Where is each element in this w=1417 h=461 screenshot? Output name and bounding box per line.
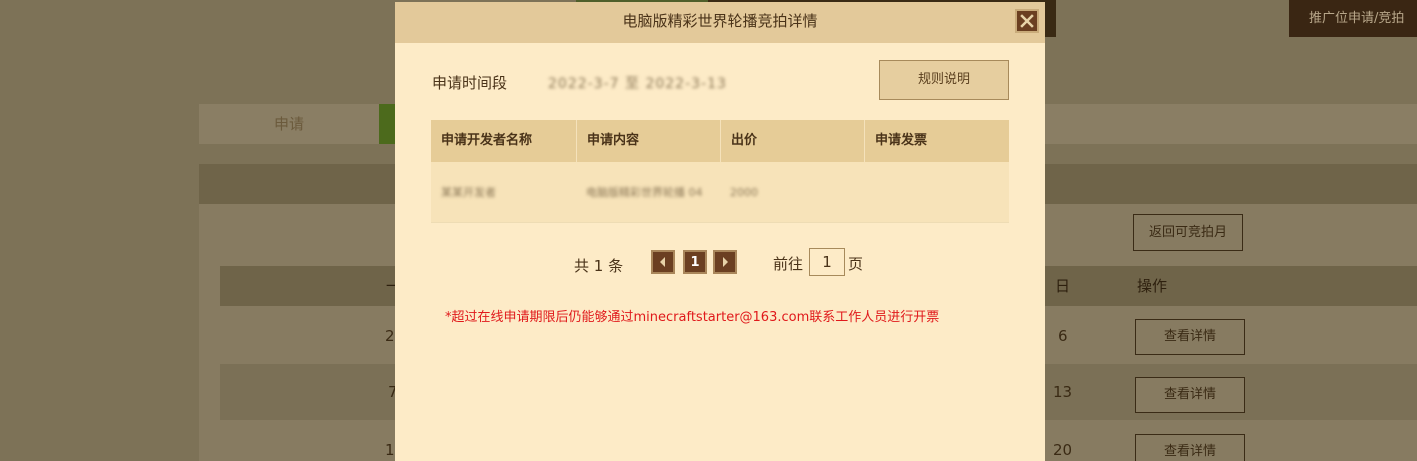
view-details-button[interactable]: 查看详情 [1135,377,1245,413]
view-details-button[interactable]: 查看详情 [1135,319,1245,355]
cell-developer-name: 某某开发者 [441,186,496,199]
close-button[interactable] [1015,9,1039,33]
goto-suffix: 页 [848,255,864,273]
close-icon [1020,14,1034,28]
table-row: 某某开发者 电脑版精彩世界轮播 04 2000 [431,162,1009,223]
cell-invoice[interactable] [864,162,1009,223]
th-invoice: 申请发票 [864,120,1009,162]
caret-right-icon [723,257,728,267]
goto-label: 前往 [773,255,804,273]
tab-apply[interactable]: 申请 [199,104,379,144]
view-details-button[interactable]: 查看详情 [1135,434,1245,461]
return-button[interactable]: 返回可竞拍月 [1133,214,1243,251]
bg-th-day: 日 [1055,277,1071,295]
bg-cell-day: 20 [1053,441,1073,459]
bg-th-action: 操作 [1137,277,1168,295]
pager-total: 共 1 条 [574,257,624,275]
table-header: 申请开发者名称 申请内容 出价 申请发票 [431,120,1009,162]
period-value: 2022-3-7 至 2022-3-13 [548,76,727,92]
next-page-button[interactable] [713,250,737,274]
rules-button[interactable]: 规则说明 [879,60,1009,100]
application-table: 申请开发者名称 申请内容 出价 申请发票 某某开发者 电脑版精彩世界轮播 04 … [431,120,1009,223]
th-price: 出价 [720,120,864,162]
th-content: 申请内容 [576,120,720,162]
bg-cell-day: 13 [1053,383,1073,401]
ad-slot-apply-button[interactable]: 推广位申请/竞拍 [1289,0,1417,37]
period-label: 申请时间段 [432,74,508,92]
bg-cell-first: 1 [385,441,395,459]
auction-detail-modal: 电脑版精彩世界轮播竞拍详情 申请时间段 2022-3-7 至 2022-3-13… [395,2,1045,461]
prev-page-button[interactable] [651,250,675,274]
goto-page-input[interactable] [809,248,845,276]
th-developer-name: 申请开发者名称 [441,133,533,148]
cell-content: 电脑版精彩世界轮播 04 [586,186,703,199]
bg-cell-day: 6 [1058,327,1068,345]
page-number-button[interactable]: 1 [683,250,707,274]
invoice-notice: *超过在线申请期限后仍能够通过minecraftstarter@163.com联… [445,310,940,325]
cell-price: 2000 [730,186,758,199]
modal-title: 电脑版精彩世界轮播竞拍详情 [622,12,818,30]
modal-header: 电脑版精彩世界轮播竞拍详情 [395,2,1045,43]
bg-cell-first: 2 [385,327,395,345]
caret-left-icon [660,257,665,267]
